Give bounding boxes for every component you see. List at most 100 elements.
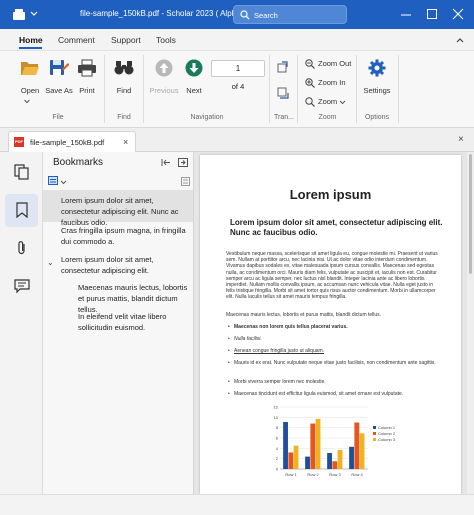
bookmark-item[interactable]: ⌄ Lorem ipsum dolor sit amet, consectetu… xyxy=(43,252,193,276)
list-item: Morbi viverra semper lorem nec molestie. xyxy=(228,379,444,385)
document-tab[interactable]: PDF file-sample_150kB.pdf × xyxy=(8,131,136,152)
next-button[interactable]: Next xyxy=(180,51,208,101)
maximize-icon[interactable] xyxy=(426,8,438,20)
close-window-icon[interactable] xyxy=(452,8,464,20)
search-placeholder: Search xyxy=(254,11,278,20)
chart-bar xyxy=(310,423,316,469)
page-number-input[interactable]: 1 xyxy=(211,60,265,77)
rotate-icon[interactable] xyxy=(276,60,290,74)
gear-icon xyxy=(368,59,386,77)
group-options-label: Options xyxy=(364,114,390,121)
bookmark-item[interactable]: Lorem ipsum dolor sit amet, consectetur … xyxy=(43,190,193,227)
tab-home[interactable]: Home xyxy=(19,35,43,45)
bookmark-settings-icon[interactable] xyxy=(181,177,190,186)
window-title: file-sample_150kB.pdf - Scholar 2023 ( A… xyxy=(80,9,253,18)
ribbon-separator xyxy=(143,55,144,123)
find-button[interactable]: Find xyxy=(110,51,138,101)
attachments-button[interactable] xyxy=(5,232,38,265)
bookmark-options-button[interactable] xyxy=(48,176,67,187)
tab-support[interactable]: Support xyxy=(111,35,141,45)
ribbon: Open Save As Print File Find Find Previo… xyxy=(0,50,474,128)
document-tab-label: file-sample_150kB.pdf xyxy=(30,138,105,147)
x-tick-label: Row 4 xyxy=(351,472,363,477)
comments-button[interactable] xyxy=(5,270,38,303)
zoom-out-label: Zoom Out xyxy=(318,59,352,68)
bookmarks-panel: Bookmarks Lorem ipsum dolor sit amet, co… xyxy=(43,152,194,494)
list-options-icon xyxy=(48,176,58,185)
scrollbar-thumb[interactable] xyxy=(469,154,472,274)
chevron-down-icon[interactable] xyxy=(30,11,38,17)
previous-button[interactable]: Previous xyxy=(148,51,180,101)
left-rail xyxy=(0,152,43,494)
arrow-down-icon xyxy=(185,59,203,77)
zoom-label: Zoom xyxy=(318,97,338,106)
zoom-out-button[interactable]: Zoom Out xyxy=(305,59,351,69)
chevron-down-icon xyxy=(60,180,67,185)
collapse-panel-icon[interactable] xyxy=(161,158,171,167)
y-tick-label: 0 xyxy=(276,467,279,472)
x-tick-label: Row 2 xyxy=(307,472,319,477)
print-button[interactable]: Print xyxy=(74,51,100,101)
bookmark-item-label: Cras fringilla ipsum magna, in fringilla… xyxy=(61,226,186,246)
bookmark-item[interactable]: Maecenas mauris lectus, lobortis et puru… xyxy=(43,280,193,314)
chart-bar xyxy=(354,422,360,469)
ribbon-separator xyxy=(356,55,357,123)
chevron-down-icon xyxy=(339,100,346,104)
list-item: Maecenas non lorem quis tellus placerat … xyxy=(228,324,444,330)
chart-bar xyxy=(315,418,321,469)
arrow-up-icon xyxy=(155,59,173,77)
save-as-icon xyxy=(50,60,69,75)
bookmark-item-label: In eleifend velit vitae libero sollicitu… xyxy=(78,312,167,332)
undock-panel-icon[interactable] xyxy=(178,158,188,167)
open-button[interactable]: Open xyxy=(16,51,44,104)
page-paragraph: Vestibulum neque massa, scelerisque sit … xyxy=(226,251,438,301)
bar-chart: 024681012Row 1 Row 2 Row 3 Row 4Column 1Col… xyxy=(274,405,396,478)
pages-button[interactable] xyxy=(5,156,38,189)
document-tab-strip: PDF file-sample_150kB.pdf × × xyxy=(0,128,474,152)
page-title: Lorem ipsum xyxy=(289,187,372,202)
legend-swatch xyxy=(373,426,376,429)
legend-swatch xyxy=(373,438,376,441)
legend-swatch xyxy=(373,432,376,435)
group-navigation-label: Navigation xyxy=(190,114,224,121)
chart-bar xyxy=(305,456,310,469)
legend-label: Column 3 xyxy=(378,437,396,442)
zoom-dropdown[interactable]: Zoom xyxy=(305,97,349,107)
zoom-in-label: Zoom In xyxy=(318,78,346,87)
next-label: Next xyxy=(186,86,202,95)
chart-bar xyxy=(349,446,354,469)
bookmark-item[interactable]: In eleifend velit vitae libero sollicitu… xyxy=(43,309,193,333)
bookmark-item[interactable]: Cras fringilla ipsum magna, in fringilla… xyxy=(43,222,193,254)
bookmarks-title: Bookmarks xyxy=(53,157,104,168)
chevron-down-icon[interactable]: ⌄ xyxy=(47,257,54,268)
document-viewer[interactable]: Lorem ipsum Lorem ipsum dolor sit amet, … xyxy=(194,152,474,494)
chevron-down-icon xyxy=(24,99,30,104)
tab-tools[interactable]: Tools xyxy=(156,35,176,45)
chart-bar xyxy=(337,449,343,469)
tab-comment[interactable]: Comment xyxy=(58,35,95,45)
close-tab-icon[interactable]: × xyxy=(123,137,128,147)
legend-label: Column 2 xyxy=(378,431,396,436)
close-icon[interactable]: × xyxy=(458,134,464,145)
chart-bar xyxy=(288,452,294,469)
y-tick-label: 4 xyxy=(276,446,279,451)
save-as-button[interactable]: Save As xyxy=(44,51,74,101)
vertical-scrollbar[interactable] xyxy=(467,152,474,494)
previous-label: Previous xyxy=(149,86,179,95)
group-transform-label: Tran... xyxy=(274,114,294,121)
bookmark-icon xyxy=(16,202,28,218)
settings-button[interactable]: Settings xyxy=(360,51,394,101)
search-box[interactable]: Search xyxy=(233,5,347,24)
zoom-in-button[interactable]: Zoom In xyxy=(305,78,346,88)
open-label: Open xyxy=(20,86,40,95)
app-menu-icon[interactable] xyxy=(12,8,26,20)
bookmarks-button[interactable] xyxy=(5,194,38,227)
list-item: Nulla facilisi. xyxy=(228,336,444,342)
chart-bar xyxy=(332,461,338,469)
active-tab-indicator xyxy=(19,47,42,49)
minimize-icon[interactable] xyxy=(400,8,412,20)
ribbon-collapse-icon[interactable] xyxy=(456,37,464,43)
flip-icon[interactable] xyxy=(276,86,290,100)
list-item: Aenean congue fringilla justo ut aliquam… xyxy=(228,348,444,354)
comment-icon xyxy=(14,279,30,294)
